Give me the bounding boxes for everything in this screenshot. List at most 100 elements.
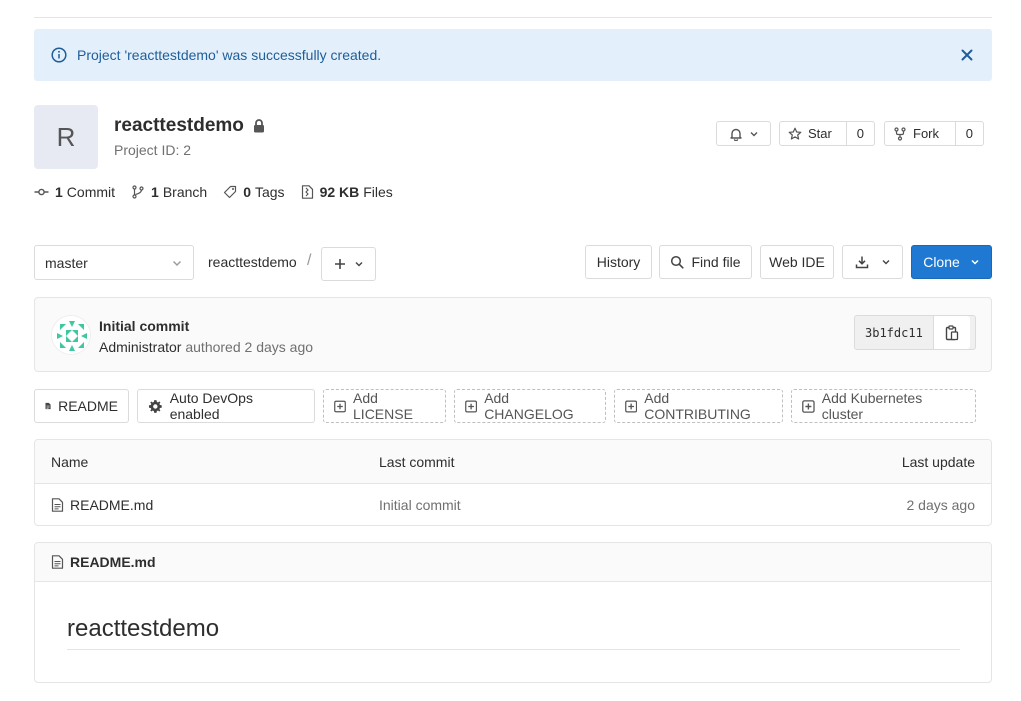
- readme-header: README.md: [35, 543, 991, 582]
- readme-heading-rule: [67, 649, 960, 650]
- readme-filename[interactable]: README.md: [70, 554, 156, 570]
- search-icon: [670, 255, 685, 269]
- star-icon: [788, 127, 802, 141]
- star-button[interactable]: Star 0: [779, 121, 875, 146]
- column-header-last-update: Last update: [901, 453, 975, 470]
- readme-link-label: README: [58, 398, 118, 414]
- file-table: Name Last commit Last update README.md I…: [34, 439, 992, 526]
- commit-meta: Administrator authored 2 days ago: [99, 339, 313, 355]
- project-avatar: R: [34, 105, 98, 169]
- commits-label: Commit: [66, 184, 116, 200]
- fork-count[interactable]: 0: [954, 122, 983, 145]
- add-license-label: Add LICENSE: [353, 390, 413, 422]
- file-name-cell[interactable]: README.md: [51, 484, 153, 526]
- table-header: Name Last commit Last update: [35, 440, 991, 484]
- clone-button[interactable]: Clone: [911, 245, 992, 279]
- project-name[interactable]: reacttestdemo: [114, 115, 244, 137]
- star-label: Star: [808, 126, 832, 141]
- plus-icon: [334, 258, 346, 270]
- chevron-down-icon: [881, 257, 891, 267]
- fork-icon: [893, 126, 907, 141]
- branches-stat[interactable]: 1 Branch: [131, 184, 207, 200]
- notification-dropdown-button[interactable]: [716, 121, 771, 146]
- download-icon: [855, 255, 869, 269]
- commit-title[interactable]: Initial commit: [99, 318, 189, 334]
- flash-message: Project 'reacttestdemo' was successfully…: [77, 47, 382, 63]
- file-icon: [51, 555, 64, 569]
- add-kubernetes-label: Add Kubernetes cluster: [821, 390, 923, 422]
- history-button[interactable]: History: [585, 245, 652, 279]
- find-file-button[interactable]: Find file: [659, 245, 752, 279]
- commit-icon: [34, 188, 49, 196]
- avatar[interactable]: [51, 315, 91, 355]
- auto-devops-button[interactable]: Auto DevOps enabled: [137, 389, 315, 423]
- add-changelog-button[interactable]: Add CHANGELOG: [454, 389, 606, 423]
- plus-square-icon: [334, 400, 346, 412]
- auto-devops-label: Auto DevOps enabled: [169, 390, 253, 422]
- project-stats: 1 Commit 1 Branch 0 Tags 92 KB Files: [34, 184, 409, 200]
- commit-authored-time: authored 2 days ago: [185, 339, 314, 355]
- file-text-icon: [45, 402, 51, 410]
- add-kubernetes-cluster-button[interactable]: Add Kubernetes cluster: [791, 389, 976, 423]
- last-commit-panel: Initial commit Administrator authored 2 …: [34, 297, 992, 372]
- web-ide-button[interactable]: Web IDE: [760, 245, 834, 279]
- find-file-label: Find file: [691, 254, 741, 270]
- plus-square-icon: [625, 400, 638, 412]
- add-file-dropdown-button[interactable]: [321, 247, 376, 281]
- project-page: Project 'reacttestdemo' was successfully…: [0, 0, 1021, 701]
- add-contributing-label: Add CONTRIBUTING: [644, 390, 751, 422]
- readme-panel: README.md reacttestdemo: [34, 542, 992, 683]
- breadcrumb-separator: /: [307, 252, 312, 269]
- add-changelog-label: Add CHANGELOG: [484, 390, 574, 422]
- download-dropdown-button[interactable]: [842, 245, 903, 279]
- chevron-down-icon: [354, 259, 364, 269]
- file-name: README.md: [70, 497, 154, 513]
- flash-notice: Project 'reacttestdemo' was successfully…: [34, 29, 992, 81]
- plus-square-icon: [802, 399, 815, 413]
- file-last-update: 2 days ago: [906, 497, 976, 513]
- branch-icon: [132, 185, 144, 199]
- top-divider: [34, 17, 992, 18]
- lock-icon: [253, 119, 265, 133]
- commit-sha-group: 3b1fdc11: [854, 315, 976, 350]
- commit-sha[interactable]: 3b1fdc11: [855, 316, 933, 349]
- commit-author[interactable]: Administrator: [99, 339, 181, 355]
- project-title: reacttestdemo: [114, 115, 265, 137]
- copy-sha-button[interactable]: [932, 316, 970, 349]
- info-icon: [51, 47, 67, 63]
- clone-label: Clone: [923, 254, 960, 270]
- add-license-button[interactable]: Add LICENSE: [323, 389, 446, 423]
- star-count[interactable]: 0: [845, 122, 874, 145]
- files-size: 92 KB: [319, 184, 360, 200]
- clipboard-icon: [945, 324, 958, 340]
- plus-square-icon: [465, 400, 478, 412]
- file-last-commit[interactable]: Initial commit: [379, 484, 461, 526]
- tags-label: Tags: [254, 184, 285, 200]
- chevron-down-icon: [171, 257, 183, 269]
- close-icon[interactable]: [959, 47, 975, 63]
- add-contributing-button[interactable]: Add CONTRIBUTING: [614, 389, 783, 423]
- file-archive-icon: [301, 185, 313, 199]
- chevron-down-icon: [970, 257, 980, 267]
- tags-stat[interactable]: 0 Tags: [223, 184, 285, 200]
- breadcrumb-project[interactable]: reacttestdemo: [208, 254, 297, 270]
- branch-select-value: master: [45, 254, 88, 271]
- table-row[interactable]: README.md Initial commit 2 days ago: [35, 484, 991, 526]
- commits-stat[interactable]: 1 Commit: [34, 184, 115, 200]
- fork-button[interactable]: Fork 0: [884, 121, 984, 146]
- project-id: Project ID: 2: [114, 142, 192, 158]
- gear-icon: [148, 399, 162, 413]
- files-stat[interactable]: 92 KB Files: [301, 184, 393, 200]
- readme-link-button[interactable]: README: [34, 389, 129, 423]
- branches-count: 1: [151, 184, 159, 200]
- readme-heading: reacttestdemo: [67, 615, 220, 642]
- chevron-down-icon: [749, 129, 759, 139]
- column-header-last-commit: Last commit: [379, 453, 455, 470]
- commits-count: 1: [55, 184, 63, 200]
- tags-count: 0: [243, 184, 251, 200]
- fork-label: Fork: [913, 126, 939, 141]
- branch-select[interactable]: master: [34, 245, 194, 280]
- branches-label: Branch: [162, 184, 208, 200]
- bell-icon: [729, 127, 743, 141]
- files-label: Files: [363, 184, 393, 200]
